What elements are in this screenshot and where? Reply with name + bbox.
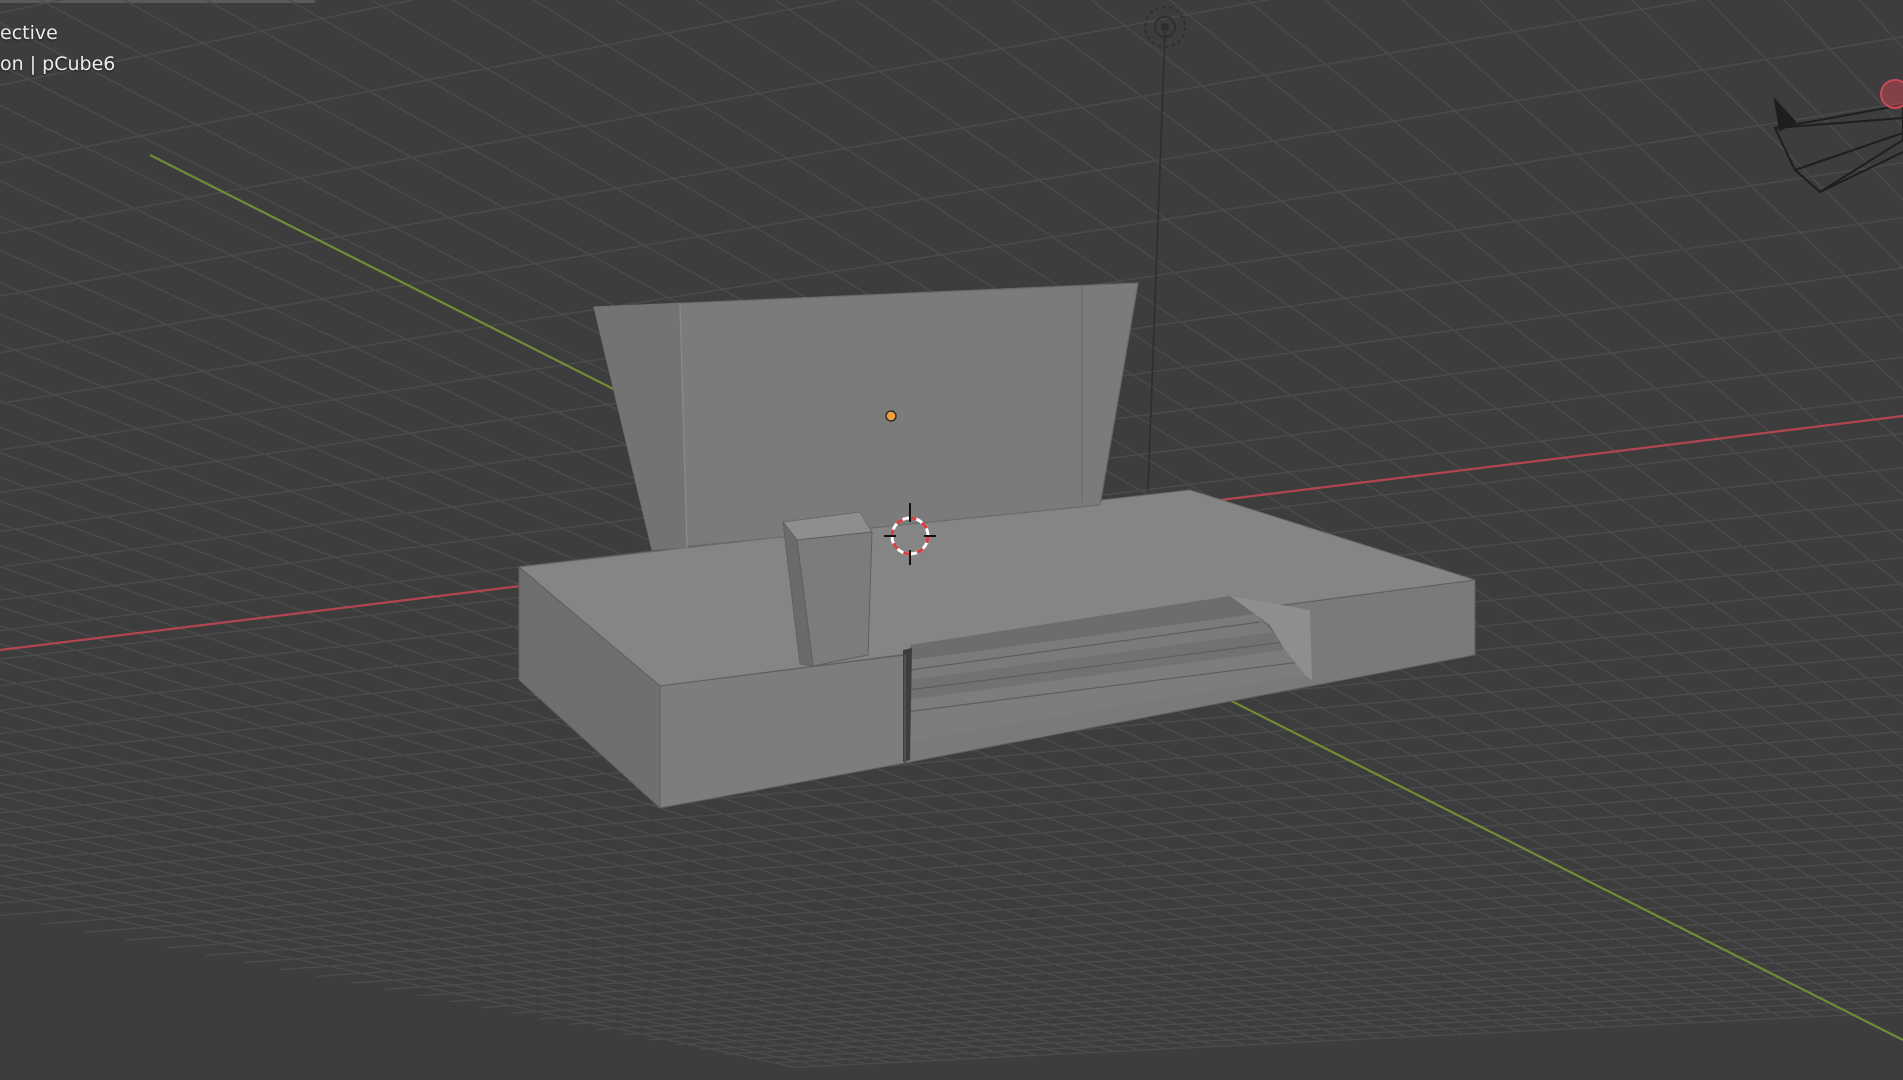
3d-viewport[interactable]: ective on | pCube6 — [0, 0, 1903, 1080]
light-icon[interactable] — [1144, 6, 1186, 491]
grid-line — [1654, 0, 1903, 941]
object-origin-icon — [885, 410, 897, 422]
grid-line — [0, 0, 1903, 279]
grid-line — [0, 0, 1903, 234]
grid-line — [0, 0, 1903, 320]
grid-line — [0, 0, 1903, 132]
grid-line — [0, 0, 1903, 75]
grid-line — [0, 0, 1903, 185]
grid-line — [675, 978, 1903, 1046]
view-mode-label: ective — [0, 22, 58, 44]
grid-line — [0, 0, 1903, 12]
viewport-info-overlay: ective on | pCube6 — [0, 18, 115, 80]
grid-line — [1140, 0, 1903, 947]
wall-mesh[interactable] — [593, 282, 1139, 551]
grid-line — [772, 1005, 1903, 1064]
object-info-label: on | pCube6 — [0, 53, 116, 75]
scene-canvas[interactable] — [0, 0, 1903, 1080]
camera-icon[interactable] — [1773, 79, 1903, 194]
